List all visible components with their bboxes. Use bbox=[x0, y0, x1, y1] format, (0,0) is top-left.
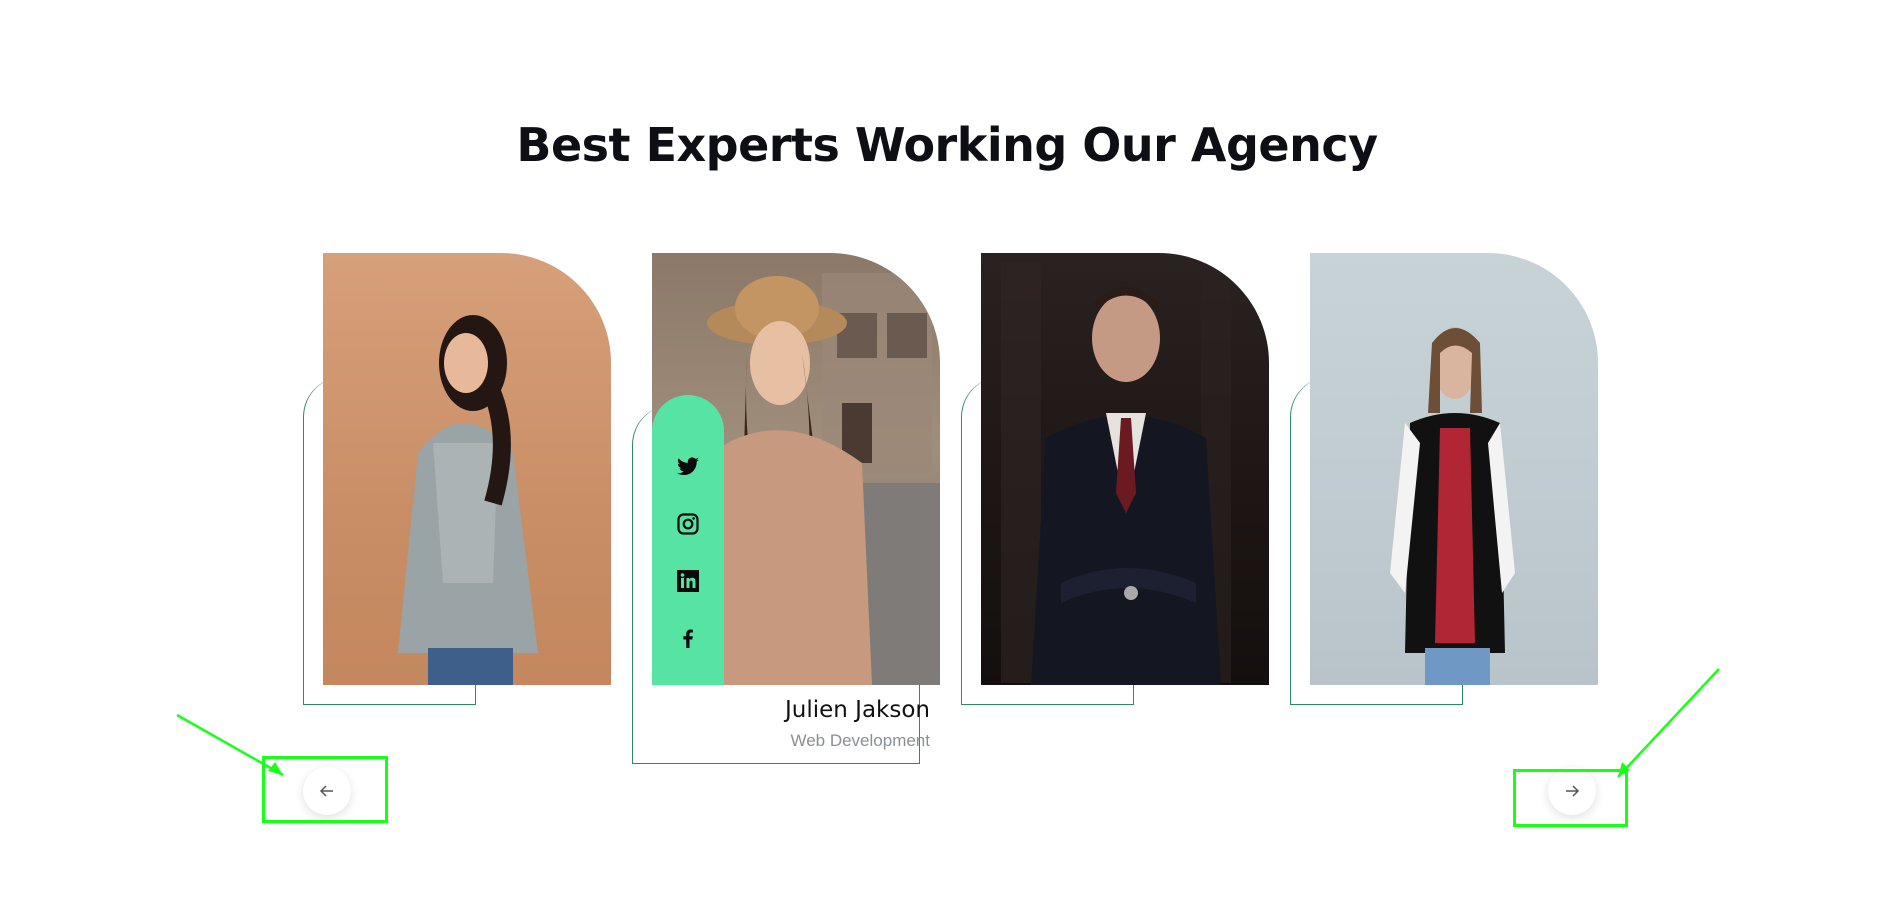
annotation-arrows bbox=[176, 668, 1720, 778]
